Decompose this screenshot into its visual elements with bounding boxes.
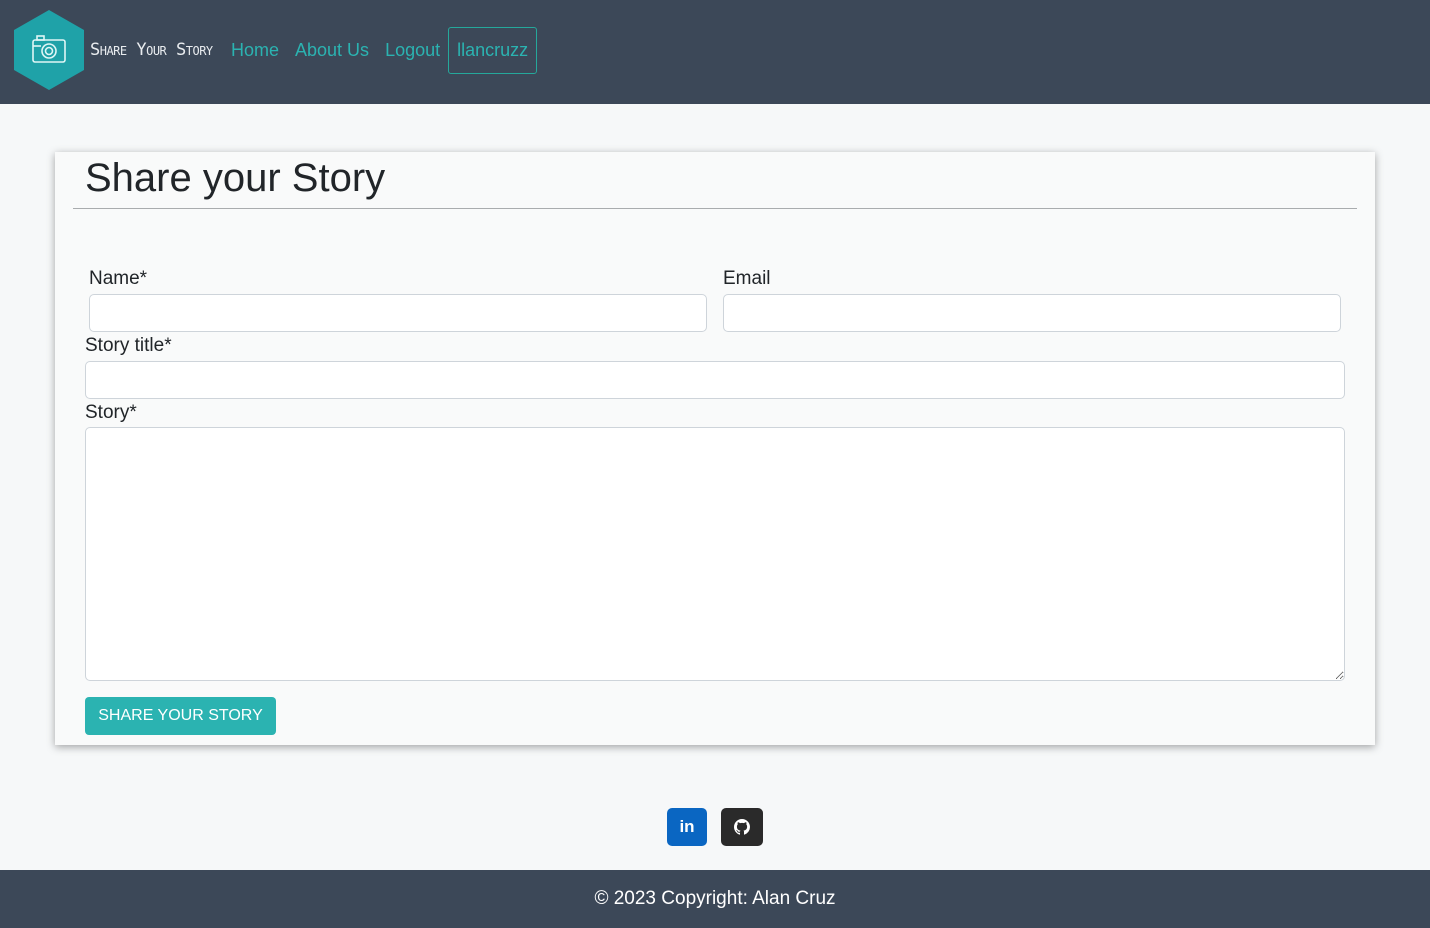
story-textarea[interactable] — [85, 427, 1345, 681]
github-button[interactable] — [721, 808, 763, 846]
logo — [14, 10, 84, 90]
linkedin-icon: in — [679, 817, 695, 836]
nav-links: Home About Us Logout llancruzz — [231, 27, 538, 74]
story-title-label: Story title* — [85, 335, 172, 356]
copyright-text: © 2023 Copyright: Alan Cruz — [594, 888, 836, 909]
footer: © 2023 Copyright: Alan Cruz — [0, 870, 1430, 928]
brand-text: Share Your Story — [90, 40, 213, 60]
story-title-input[interactable] — [85, 361, 1345, 399]
page-title: Share your Story — [85, 156, 386, 200]
github-icon — [734, 819, 750, 835]
story-label: Story* — [85, 402, 137, 423]
linkedin-button[interactable]: in — [667, 808, 707, 846]
nav-about-link[interactable]: About Us — [295, 40, 369, 61]
camera-icon — [14, 10, 84, 90]
name-input[interactable] — [89, 294, 707, 332]
nav-logout-link[interactable]: Logout — [385, 40, 440, 61]
brand-link[interactable]: Share Your Story — [14, 10, 213, 90]
email-input[interactable] — [723, 294, 1341, 332]
email-label: Email — [723, 268, 771, 289]
nav-home-link[interactable]: Home — [231, 40, 279, 61]
story-form-card: Share your Story Name* Email Story title… — [55, 152, 1375, 745]
name-label: Name* — [89, 268, 148, 289]
nav-user-button[interactable]: llancruzz — [448, 27, 538, 74]
navbar: Share Your Story Home About Us Logout ll… — [0, 0, 1430, 104]
share-story-button[interactable]: Share your story — [85, 697, 276, 735]
title-divider — [73, 208, 1357, 209]
